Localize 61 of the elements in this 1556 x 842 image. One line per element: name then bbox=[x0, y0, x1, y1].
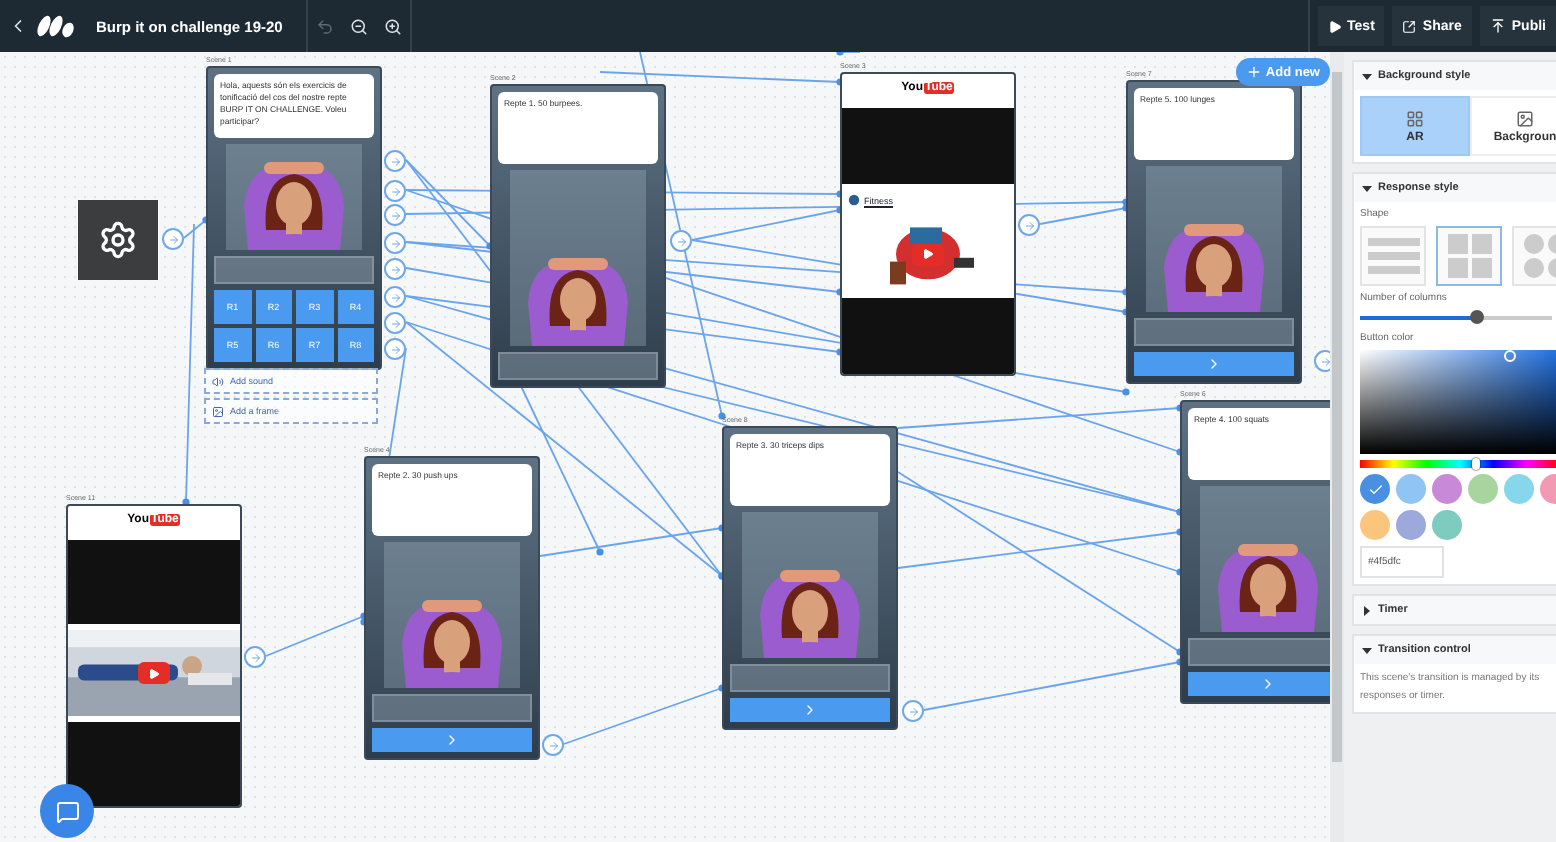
scrollbar[interactable] bbox=[1330, 52, 1344, 842]
chevron-right-icon bbox=[1206, 356, 1222, 372]
color-swatch[interactable] bbox=[1396, 510, 1426, 540]
color-swatch[interactable] bbox=[1432, 510, 1462, 540]
connector-handle[interactable] bbox=[244, 646, 266, 668]
circles-shape-icon bbox=[1523, 234, 1556, 278]
chevron-right-icon bbox=[1260, 676, 1276, 692]
chat-button[interactable] bbox=[40, 784, 94, 838]
play-icon bbox=[1327, 19, 1342, 33]
chat-icon bbox=[55, 799, 79, 823]
check-icon bbox=[1367, 481, 1383, 497]
settings-icon bbox=[98, 220, 138, 260]
image-icon bbox=[212, 405, 224, 417]
connector-handle[interactable] bbox=[384, 204, 406, 226]
zoom-in-icon bbox=[384, 17, 403, 35]
color-picker[interactable] bbox=[1360, 350, 1556, 454]
connector-handle[interactable] bbox=[542, 734, 564, 756]
hue-slider[interactable] bbox=[1360, 460, 1556, 468]
share-icon bbox=[1402, 19, 1417, 33]
caret-right-icon bbox=[1362, 605, 1372, 615]
upload-icon bbox=[1489, 18, 1506, 34]
connector-handle[interactable] bbox=[902, 700, 924, 722]
caret-down-icon bbox=[1362, 71, 1372, 81]
slider-thumb[interactable] bbox=[1469, 310, 1484, 324]
color-swatch[interactable] bbox=[1360, 510, 1390, 540]
color-swatch[interactable] bbox=[1468, 474, 1498, 504]
connector-handle[interactable] bbox=[384, 180, 406, 202]
chevron-right-icon bbox=[444, 732, 460, 748]
plus-icon bbox=[1245, 64, 1262, 80]
connector-handle[interactable] bbox=[670, 230, 692, 252]
color-swatch[interactable] bbox=[1396, 474, 1426, 504]
connector-handle[interactable] bbox=[384, 338, 406, 360]
caret-down-icon bbox=[1362, 645, 1372, 655]
logo-icon bbox=[36, 14, 76, 38]
globe-icon bbox=[848, 194, 860, 206]
connector-handle[interactable] bbox=[384, 150, 406, 172]
connector-handle[interactable] bbox=[384, 312, 406, 334]
color-swatch[interactable] bbox=[1504, 474, 1534, 504]
image-icon bbox=[1516, 109, 1534, 127]
play-icon[interactable] bbox=[138, 662, 170, 684]
caret-down-icon bbox=[1362, 183, 1372, 193]
color-swatch[interactable] bbox=[1360, 474, 1390, 504]
chevron-right-icon bbox=[802, 702, 818, 718]
hue-thumb[interactable] bbox=[1472, 458, 1480, 470]
zoom-out-icon bbox=[350, 17, 369, 35]
shape-option[interactable] bbox=[1436, 226, 1502, 286]
grid-shape-icon bbox=[1447, 234, 1491, 278]
undo-icon bbox=[316, 17, 335, 35]
color-swatch[interactable] bbox=[1432, 474, 1462, 504]
connector-handle[interactable] bbox=[162, 228, 184, 250]
speaker-icon bbox=[212, 375, 224, 387]
connector-handle[interactable] bbox=[384, 258, 406, 280]
text-area bbox=[1188, 638, 1330, 666]
connector-handle[interactable] bbox=[1018, 214, 1040, 236]
play-icon[interactable] bbox=[912, 243, 944, 265]
picker-handle[interactable] bbox=[1504, 350, 1516, 362]
list-shape-icon bbox=[1367, 236, 1419, 276]
settings-node[interactable] bbox=[78, 200, 158, 280]
connector-handle[interactable] bbox=[384, 232, 406, 254]
connector-handle[interactable] bbox=[1314, 350, 1330, 372]
connector-handle[interactable] bbox=[384, 286, 406, 308]
